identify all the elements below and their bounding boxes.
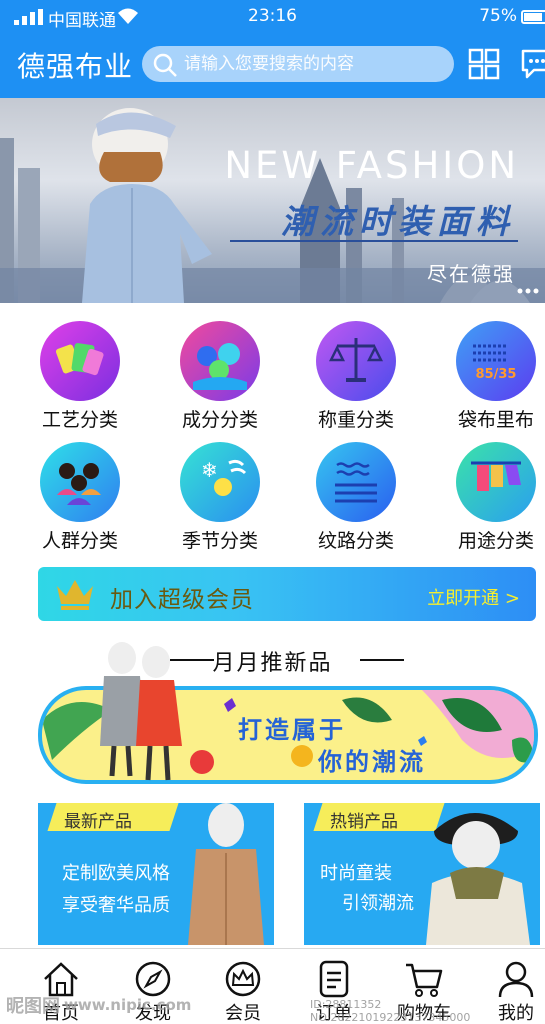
product-line-2: 引领潮流 (342, 893, 414, 914)
product-card-hot[interactable]: 热销产品 时尚童装 引领潮流 (304, 803, 540, 945)
watermark-site: www.nipic.com (64, 996, 192, 1014)
search-input[interactable] (184, 46, 444, 82)
people-icon (40, 442, 120, 522)
vip-membership-bar[interactable]: 加入超级会员 立即开通 > (38, 567, 536, 621)
category-label: 工艺分类 (41, 409, 118, 431)
product-line-2: 享受奢华品质 (62, 895, 170, 916)
banner-tagline: 尽在德强 (427, 262, 515, 286)
category-texture[interactable]: 纹路分类 (296, 441, 416, 552)
promo-line-1: 打造属于 (238, 715, 346, 744)
child-model-image (426, 813, 530, 945)
category-label: 季节分类 (181, 530, 258, 552)
vip-activate-link[interactable]: 立即开通 > (427, 584, 520, 610)
scale-badge: 85/35 (476, 367, 517, 382)
category-label: 人群分类 (41, 530, 118, 552)
watermark: 昵图网 www.nipic.com ID:28811352 NO:2022101… (0, 990, 545, 1024)
battery-percent: 75% (479, 6, 517, 26)
craft-icon (40, 321, 120, 401)
clock: 23:16 (248, 6, 297, 26)
category-composition[interactable]: 成分分类 (160, 320, 280, 431)
battery-icon (521, 10, 545, 24)
grid-icon[interactable] (468, 48, 500, 80)
category-pocket-lining[interactable]: 85/35 袋布里布 (436, 320, 545, 431)
category-label: 袋布里布 (457, 409, 534, 431)
watermark-logo: 昵图网 (6, 996, 60, 1017)
category-usage[interactable]: 用途分类 (436, 441, 545, 552)
brand-title: 德强布业 (17, 50, 134, 83)
search-icon (153, 53, 177, 77)
category-people[interactable]: 人群分类 (20, 441, 140, 552)
product-badge: 最新产品 (64, 812, 132, 832)
product-badge: 热销产品 (330, 812, 398, 832)
banner-subtitle: 潮流时装面料 (281, 202, 515, 241)
promo-line-2: 你的潮流 (318, 747, 426, 776)
category-label: 成分分类 (181, 409, 258, 431)
coat-model-image (188, 803, 264, 945)
product-card-new[interactable]: 最新产品 定制欧美风格 享受奢华品质 (38, 803, 274, 945)
section-header: 月月推新品 (0, 645, 545, 676)
category-craft[interactable]: 工艺分类 (20, 320, 140, 431)
usage-icon (456, 442, 536, 522)
section-divider-right (360, 659, 404, 661)
hero-banner[interactable]: NEW FASHION 潮流时装面料 尽在德强 (0, 98, 545, 303)
message-icon[interactable] (520, 48, 545, 80)
banner-divider (230, 240, 518, 242)
status-bar: 中国联通 23:16 75% (0, 0, 545, 34)
season-icon: ❄ (180, 442, 260, 522)
watermark-id: ID:28811352 NO:20221019223137345000 (310, 998, 471, 1024)
category-label: 用途分类 (457, 530, 534, 552)
category-label: 称重分类 (317, 409, 394, 431)
category-scale[interactable]: 称重分类 (296, 320, 416, 431)
banner-title: NEW FASHION (224, 144, 519, 187)
carousel-dots[interactable] (517, 288, 539, 294)
pocket-lining-icon: 85/35 (456, 321, 536, 401)
app-header: 德强布业 (0, 34, 545, 98)
composition-icon (180, 321, 260, 401)
product-line-1: 定制欧美风格 (62, 863, 170, 884)
crown-icon (57, 580, 93, 610)
product-line-1: 时尚童装 (320, 863, 392, 884)
section-title: 月月推新品 (212, 651, 333, 676)
category-season[interactable]: ❄ 季节分类 (160, 441, 280, 552)
category-label: 纹路分类 (317, 530, 394, 552)
search-bar[interactable] (142, 46, 454, 82)
runway-models-image (100, 642, 182, 781)
svg-text:❄: ❄ (201, 458, 218, 482)
texture-icon (316, 442, 396, 522)
vip-title: 加入超级会员 (110, 587, 254, 613)
model-photo (82, 108, 212, 303)
scale-icon (316, 321, 396, 401)
